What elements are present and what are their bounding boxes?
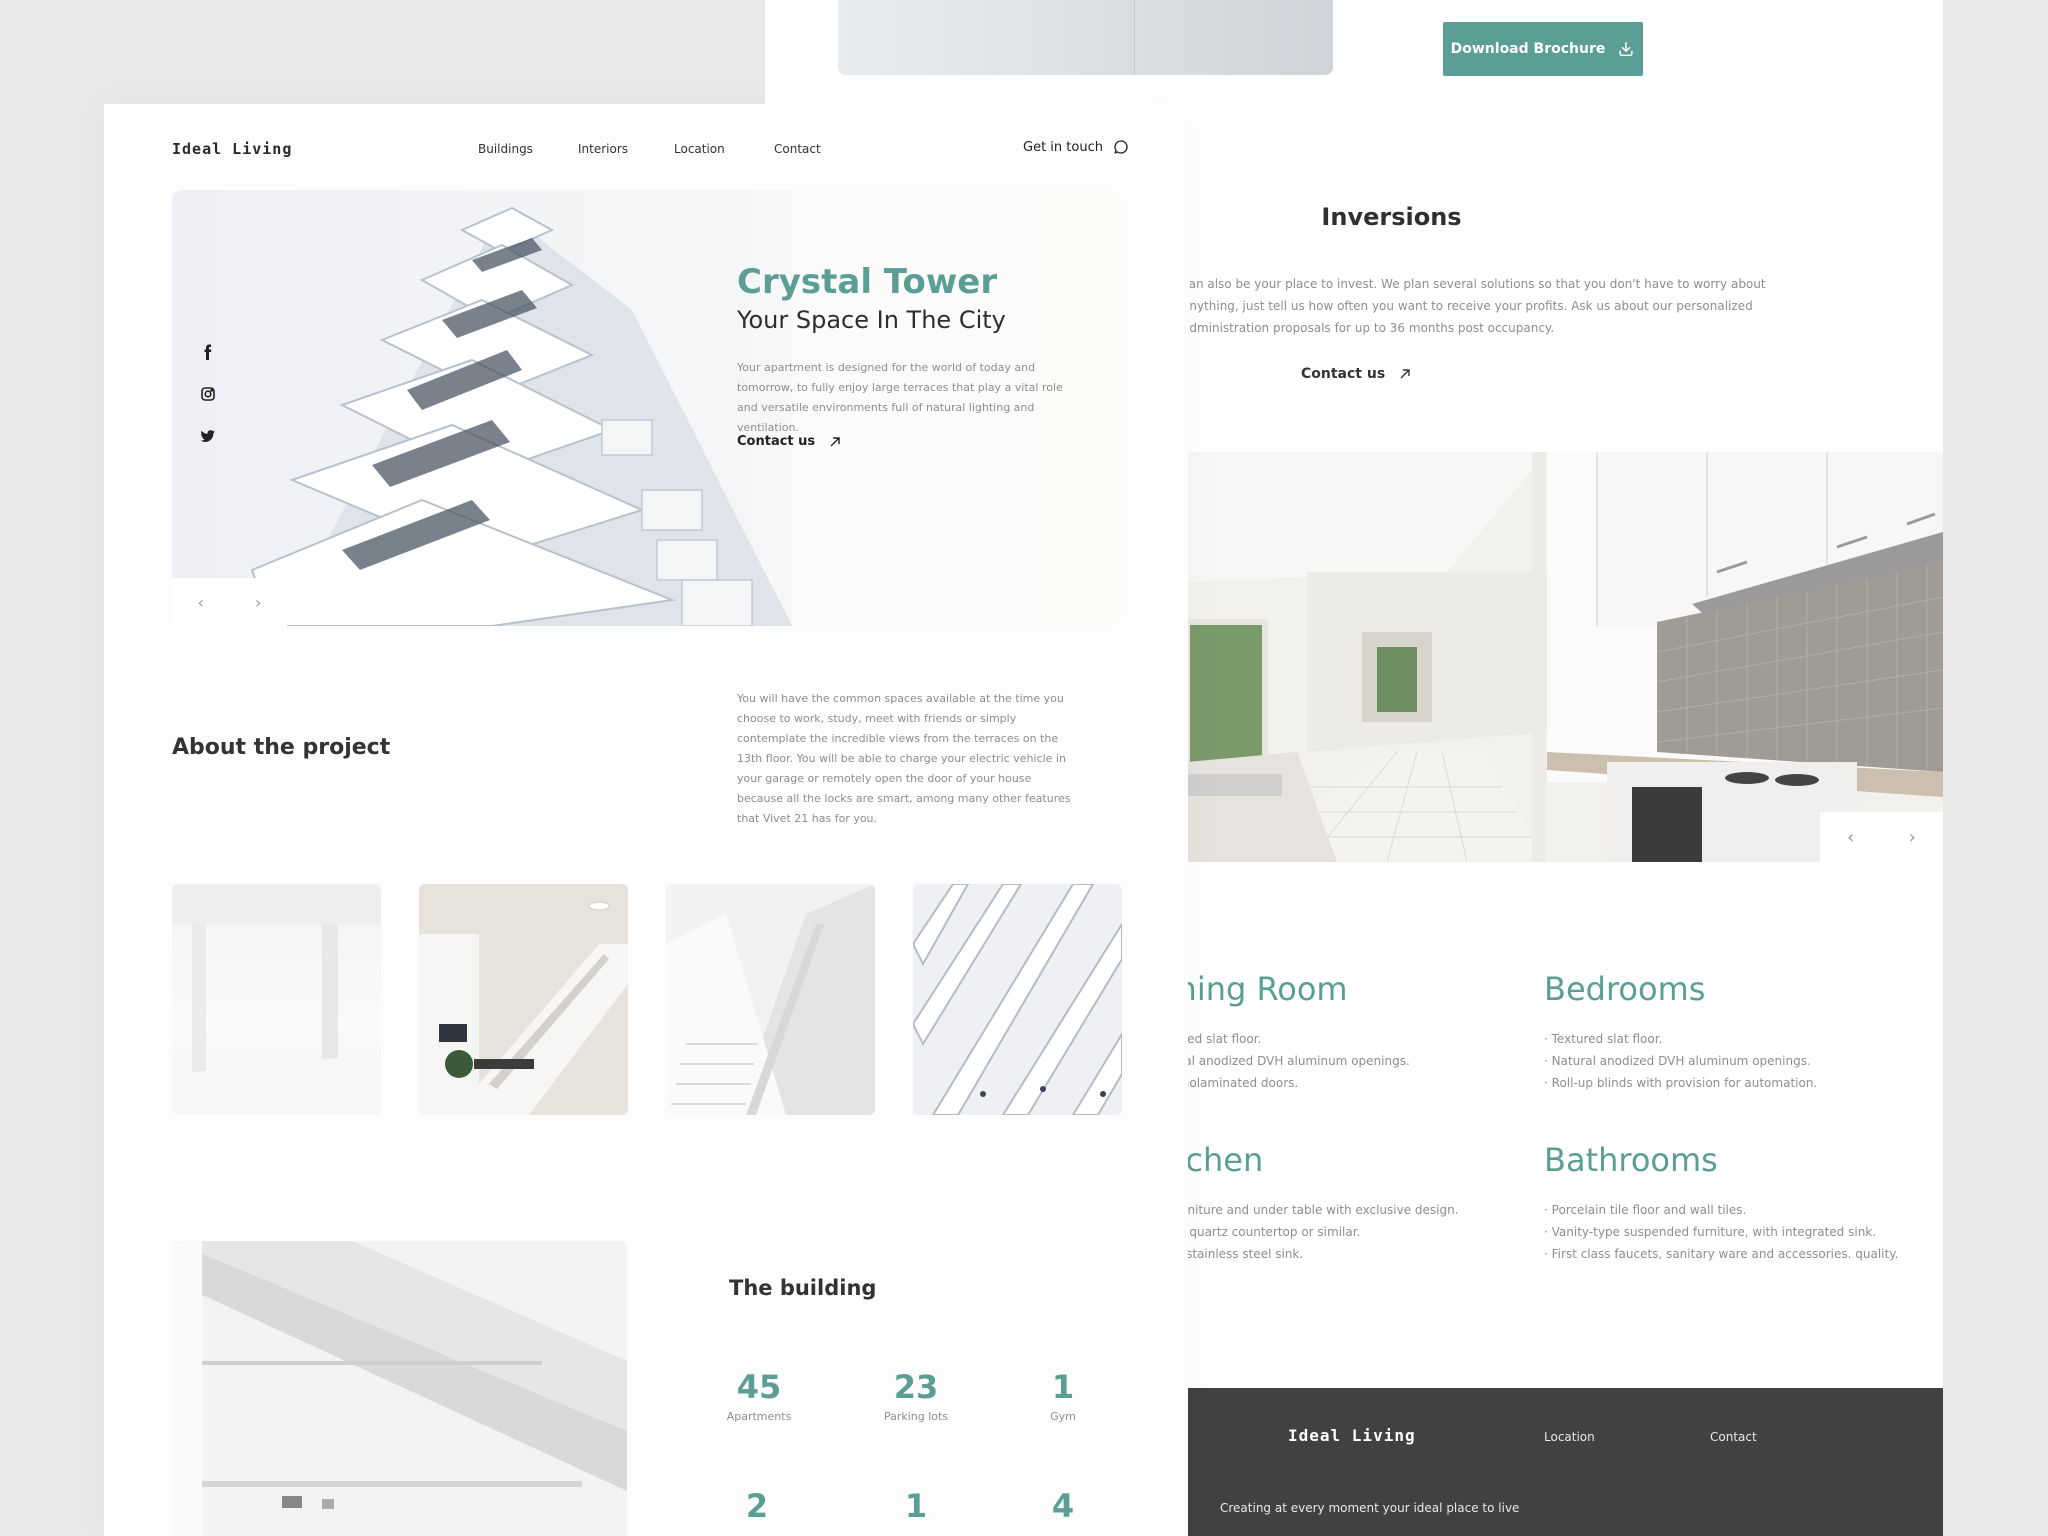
stat-extra-3: 4 <box>1008 1487 1118 1525</box>
nav-interiors[interactable]: Interiors <box>578 142 628 156</box>
room-title: Bathrooms <box>1544 1141 1718 1179</box>
front-page: Ideal Living Buildings Interiors Locatio… <box>104 104 1188 1536</box>
stat-apartments: 45 Apartments <box>704 1368 814 1423</box>
get-in-touch-label: Get in touch <box>1023 139 1103 155</box>
arrow-up-right-icon <box>830 436 840 446</box>
room-feature: Vanity-type suspended furniture, with in… <box>1544 1221 1898 1243</box>
footer-link-contact[interactable]: Contact <box>1710 1430 1757 1444</box>
gallery-image-empty-room[interactable] <box>172 884 381 1115</box>
inversions-text: can also be your place to invest. We pla… <box>1190 277 1766 335</box>
footer-tagline: Creating at every moment your ideal plac… <box>1220 1501 1520 1515</box>
inversions-contact-link[interactable]: Contact us <box>1301 366 1411 382</box>
contact-label: Contact us <box>1301 366 1386 382</box>
top-image <box>838 0 1333 75</box>
hero-carousel-nav: ‹ › <box>172 578 287 626</box>
stat-number: 2 <box>745 1487 769 1525</box>
footer: Ideal Living Location Contact Creating a… <box>1187 1388 1943 1536</box>
about-description: You will have the common spaces availabl… <box>737 692 1071 825</box>
stat-parking: 23 Parking lots <box>861 1368 971 1423</box>
chevron-left-icon[interactable]: ‹ <box>1847 827 1854 848</box>
facebook-icon[interactable] <box>200 344 216 360</box>
room-feature: Natural anodized DVH aluminum openings. <box>1544 1050 1817 1072</box>
kitchen-illustration <box>1187 452 1943 862</box>
building-interior-photo <box>172 1241 627 1536</box>
stat-extra-1: 2 <box>702 1487 812 1525</box>
logo[interactable]: Ideal Living <box>172 140 292 158</box>
footer-logo[interactable]: Ideal Living <box>1288 1426 1416 1445</box>
download-icon <box>1619 41 1633 57</box>
room-bedrooms: Bedrooms Textured slat floor. Natural an… <box>1544 970 1817 1094</box>
stat-number: 4 <box>1051 1487 1075 1525</box>
download-brochure-button[interactable]: Download Brochure <box>1443 22 1643 76</box>
facade-illustration <box>913 884 1122 1115</box>
about-title: About the project <box>172 735 391 760</box>
stat-number: 1 <box>1051 1368 1075 1406</box>
gallery-image-staircase[interactable] <box>666 884 875 1115</box>
chevron-right-icon[interactable]: › <box>1909 827 1916 848</box>
stat-number: 23 <box>893 1368 939 1406</box>
room-feature: First class faucets, sanitary ware and a… <box>1544 1243 1899 1265</box>
chevron-left-icon[interactable]: ‹ <box>198 593 204 612</box>
gallery-image-facade[interactable] <box>913 884 1122 1115</box>
room-feature: Deep stainless steel sink. <box>1143 1243 1459 1265</box>
staircase-illustration <box>666 884 875 1115</box>
twitter-icon[interactable] <box>200 428 216 444</box>
stat-label: Parking lots <box>883 1410 949 1423</box>
stairs-bench-illustration <box>419 884 628 1115</box>
room-title: Kitchen <box>1143 1141 1264 1179</box>
nav-buildings[interactable]: Buildings <box>478 142 533 156</box>
get-in-touch-link[interactable]: Get in touch <box>1023 139 1129 155</box>
building-title: The building <box>729 1276 877 1300</box>
hero-subtitle: Your Space In The City <box>737 306 1006 334</box>
stat-number: 45 <box>736 1368 782 1406</box>
stat-number: 1 <box>904 1487 928 1525</box>
hero-contact-link[interactable]: Contact us <box>737 434 841 449</box>
arrow-up-right-icon <box>1400 369 1410 379</box>
room-title: Bedrooms <box>1544 970 1706 1008</box>
room-feature: Roll-up blinds with provision for automa… <box>1544 1072 1818 1094</box>
stat-label: Gym <box>1050 1410 1076 1423</box>
instagram-icon[interactable] <box>200 386 216 402</box>
footer-link-location[interactable]: Location <box>1544 1430 1595 1444</box>
contact-label: Contact us <box>737 434 816 449</box>
chat-bubble-icon <box>1114 140 1128 154</box>
kitchen-photo <box>1187 452 1943 862</box>
chevron-right-icon[interactable]: › <box>255 593 261 612</box>
room-feature: White quartz countertop or similar. <box>1143 1221 1459 1243</box>
room-feature: Textured slat floor. <box>1544 1028 1817 1050</box>
stat-label: Apartments <box>726 1410 792 1423</box>
hero-description: Your apartment is designed for the world… <box>737 361 1063 434</box>
empty-room-illustration <box>172 884 381 1115</box>
hero-title: Crystal Tower <box>737 262 998 302</box>
stat-gym: 1 Gym <box>1008 1368 1118 1423</box>
room-feature: Porcelain tile floor and wall tiles. <box>1544 1199 1898 1221</box>
room-feature: Air furniture and under table with exclu… <box>1143 1199 1459 1221</box>
download-brochure-label: Download Brochure <box>1450 41 1606 57</box>
room-bathrooms: Bathrooms Porcelain tile floor and wall … <box>1544 1141 1898 1265</box>
nav-contact[interactable]: Contact <box>774 142 821 156</box>
nav-location[interactable]: Location <box>674 142 725 156</box>
inversions-title: Inversions <box>1321 203 1462 231</box>
stat-extra-2: 1 <box>861 1487 971 1525</box>
kitchen-carousel-nav: ‹ › <box>1820 812 1943 862</box>
room-kitchen: Kitchen Air furniture and under table wi… <box>1143 1141 1459 1265</box>
stair-interior-illustration <box>172 1241 627 1536</box>
gallery-image-stairs-bench[interactable] <box>419 884 628 1115</box>
